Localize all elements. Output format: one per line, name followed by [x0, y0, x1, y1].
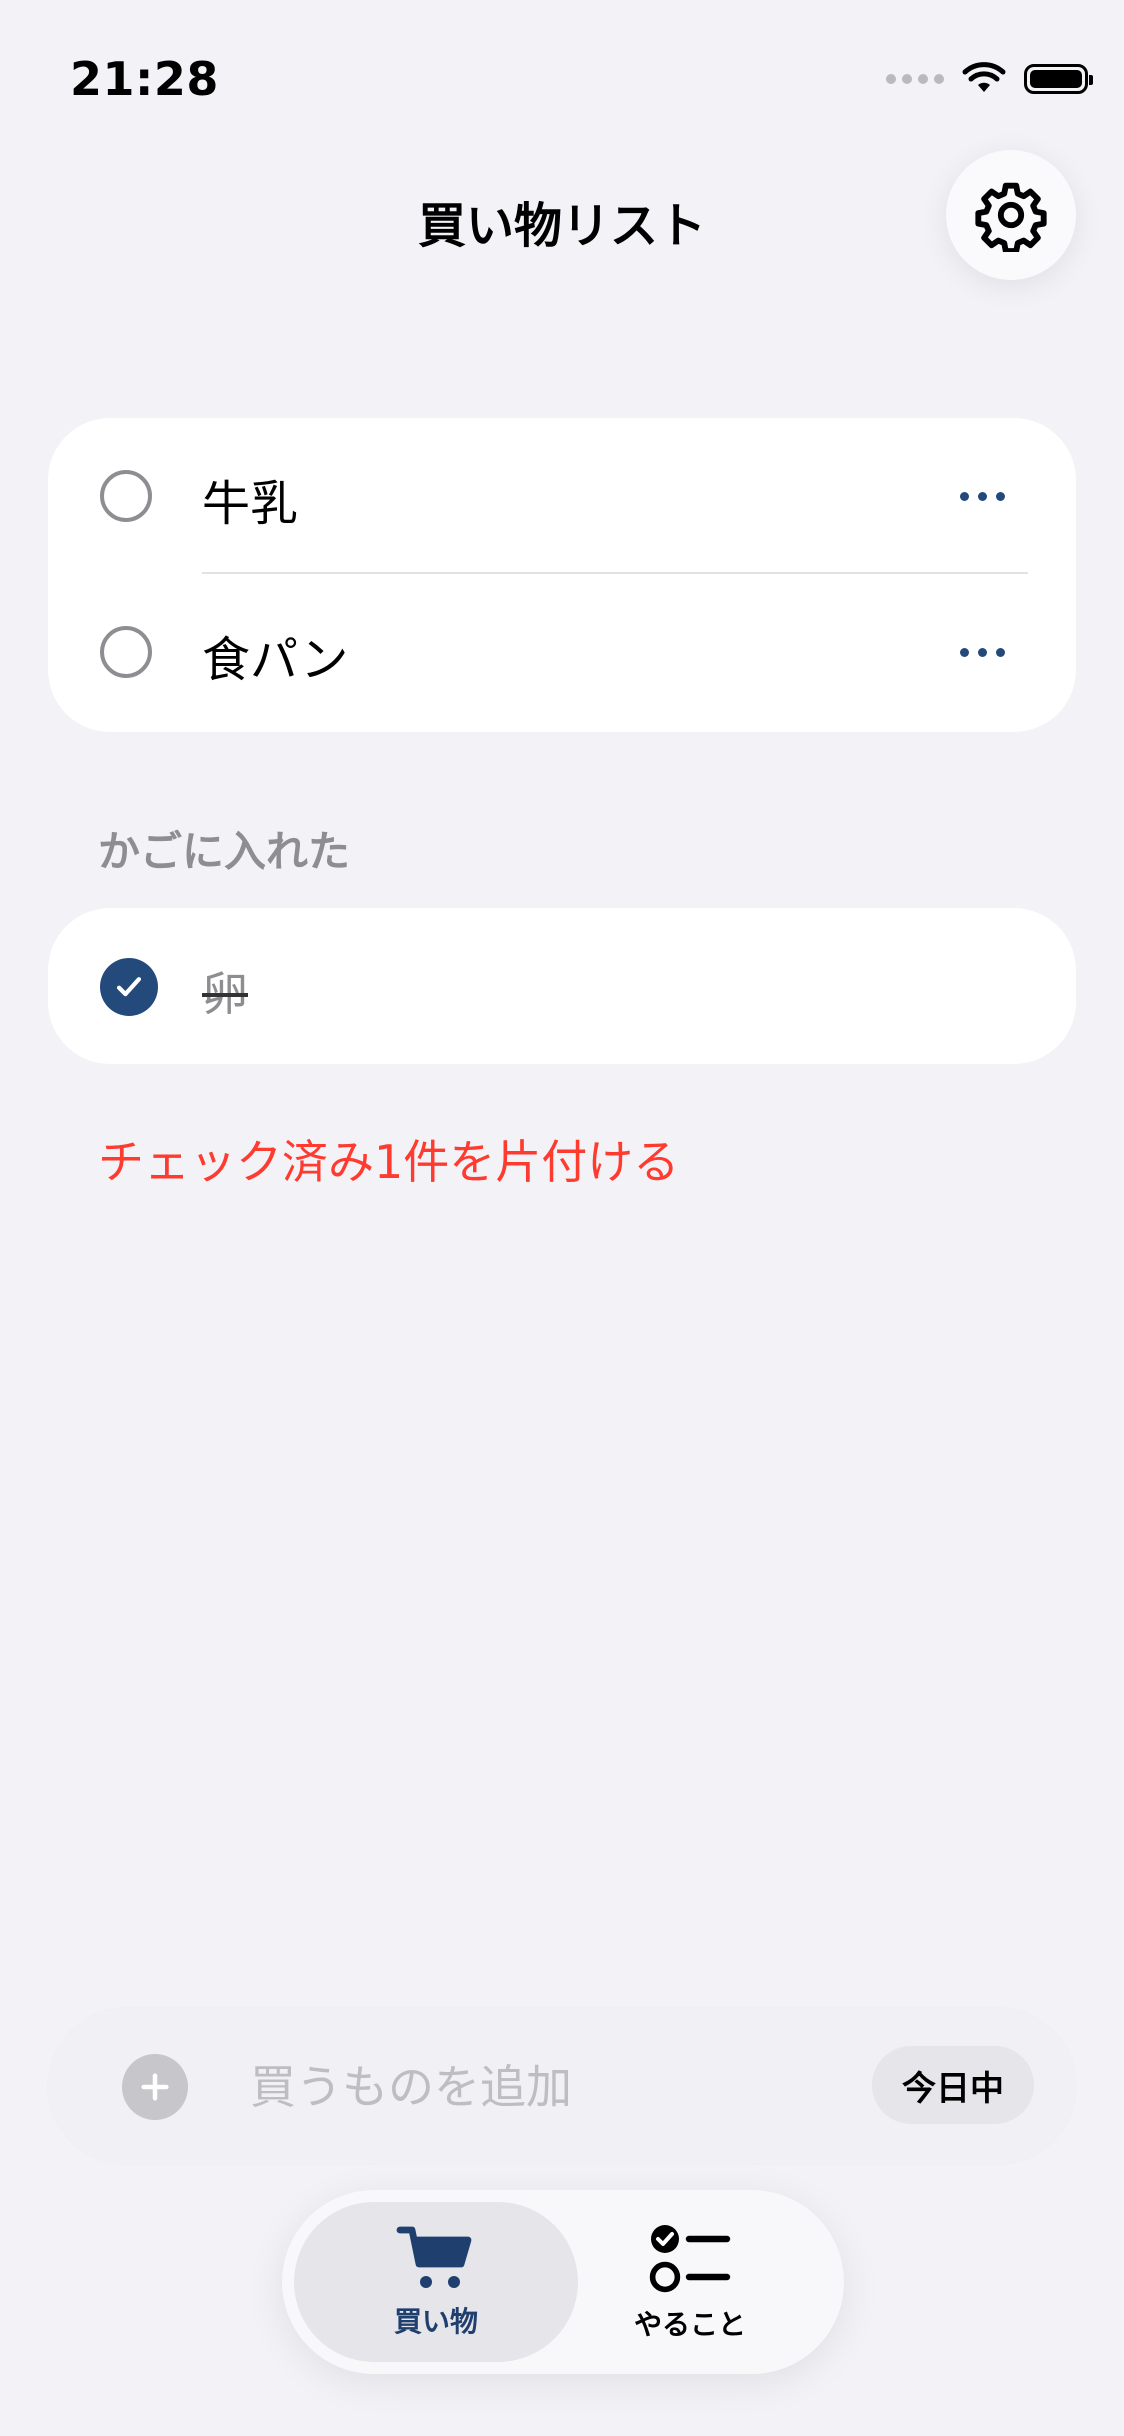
add-item-bar: 今日中	[48, 2008, 1076, 2164]
signal-icon	[886, 74, 944, 84]
list-item[interactable]: 食パン	[48, 576, 1076, 732]
status-icons	[886, 62, 1093, 96]
tab-todo[interactable]: やること	[548, 2202, 832, 2362]
checklist-icon	[649, 2225, 731, 2293]
tab-label: やること	[633, 2308, 746, 2341]
clear-checked-button[interactable]: チェック済み1件を片付ける	[98, 1126, 679, 1192]
tab-label: 買い物	[393, 2305, 478, 2338]
settings-button[interactable]	[946, 150, 1076, 280]
list-item[interactable]: 牛乳	[48, 418, 1076, 574]
tab-bar: 買い物 やること	[282, 2190, 844, 2374]
plus-icon	[141, 2073, 169, 2101]
divider	[202, 572, 1028, 574]
item-label: 食パン	[202, 632, 349, 688]
gear-icon	[975, 182, 1047, 252]
status-time: 21:28	[70, 52, 219, 106]
more-options-icon[interactable]	[960, 492, 1005, 501]
item-checkbox-checked[interactable]	[100, 958, 158, 1016]
item-label: 卵	[202, 967, 248, 1021]
item-label: 牛乳	[202, 476, 299, 532]
add-item-input[interactable]	[248, 2050, 892, 2124]
add-button[interactable]	[122, 2054, 188, 2120]
section-header: かごに入れた	[98, 827, 351, 876]
due-date-chip[interactable]: 今日中	[872, 2046, 1034, 2124]
checkmark-icon	[116, 977, 142, 997]
item-checkbox[interactable]	[100, 470, 152, 522]
tab-shopping[interactable]: 買い物	[294, 2202, 578, 2362]
checked-item-row[interactable]: 卵	[48, 908, 1076, 1064]
cart-icon	[396, 2226, 472, 2288]
more-options-icon[interactable]	[960, 648, 1005, 657]
shopping-list-card: 牛乳 食パン	[48, 418, 1076, 732]
item-checkbox[interactable]	[100, 626, 152, 678]
wifi-icon	[962, 62, 1006, 92]
battery-icon	[1024, 64, 1093, 94]
